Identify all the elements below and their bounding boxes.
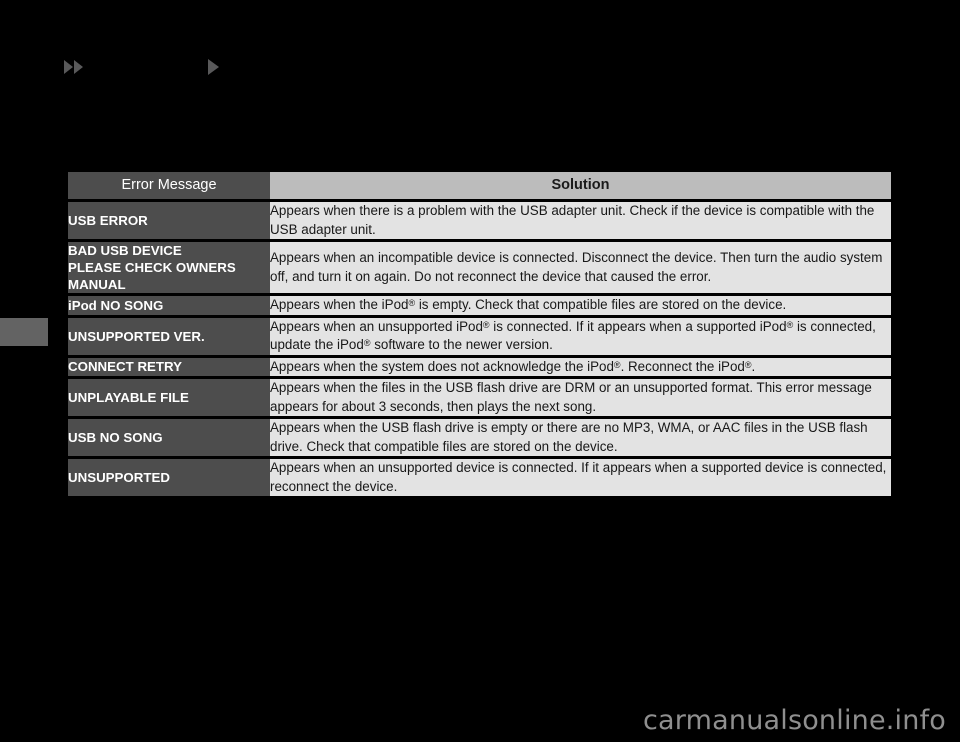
cell-solution: Appears when an unsupported device is co… [270,459,891,496]
site-watermark: carmanualsonline.info [643,705,946,736]
cell-error-message: iPod NO SONG [68,296,270,318]
cell-solution: Appears when the USB flash drive is empt… [270,419,891,459]
table-row: USB ERROR Appears when there is a proble… [68,202,891,242]
table-header-row: Error Message Solution [68,172,891,202]
cell-error-message: BAD USB DEVICE PLEASE CHECK OWNERS MANUA… [68,242,270,296]
cell-error-message: USB ERROR [68,202,270,242]
cell-solution: Appears when there is a problem with the… [270,202,891,242]
table-row: UNPLAYABLE FILE Appears when the files i… [68,379,891,419]
cell-solution: Appears when the files in the USB flash … [270,379,891,419]
table-row: BAD USB DEVICE PLEASE CHECK OWNERS MANUA… [68,242,891,296]
cell-error-message: UNPLAYABLE FILE [68,379,270,419]
triangle-glyph-b [74,60,83,74]
table-body: USB ERROR Appears when there is a proble… [68,202,891,496]
cell-error-message: UNSUPPORTED VER. [68,317,270,358]
cell-solution: Appears when an unsupported iPod® is con… [270,317,891,358]
table-row: iPod NO SONG Appears when the iPod® is e… [68,296,891,318]
cell-error-message: USB NO SONG [68,419,270,459]
triangle-glyph-a [64,60,73,74]
table-row: CONNECT RETRY Appears when the system do… [68,357,891,379]
cell-solution: Appears when the system does not acknowl… [270,357,891,379]
cell-solution: Appears when an incompatible device is c… [270,242,891,296]
section-edge-tab [0,318,48,346]
cell-error-message: UNSUPPORTED [68,459,270,496]
column-header-solution: Solution [270,172,891,202]
cell-solution: Appears when the iPod® is empty. Check t… [270,296,891,318]
table-row: UNSUPPORTED VER. Appears when an unsuppo… [68,317,891,358]
triangle-glyph-c [208,59,219,75]
table-row: UNSUPPORTED Appears when an unsupported … [68,459,891,496]
table-row: USB NO SONG Appears when the USB flash d… [68,419,891,459]
column-header-error-message: Error Message [68,172,270,202]
double-triangle-right-icon[interactable] [64,55,83,79]
triangle-right-icon[interactable] [208,55,219,79]
error-message-table: Error Message Solution USB ERROR Appears… [68,172,891,496]
page-canvas: Error Message Solution USB ERROR Appears… [0,0,960,742]
cell-error-message: CONNECT RETRY [68,357,270,379]
